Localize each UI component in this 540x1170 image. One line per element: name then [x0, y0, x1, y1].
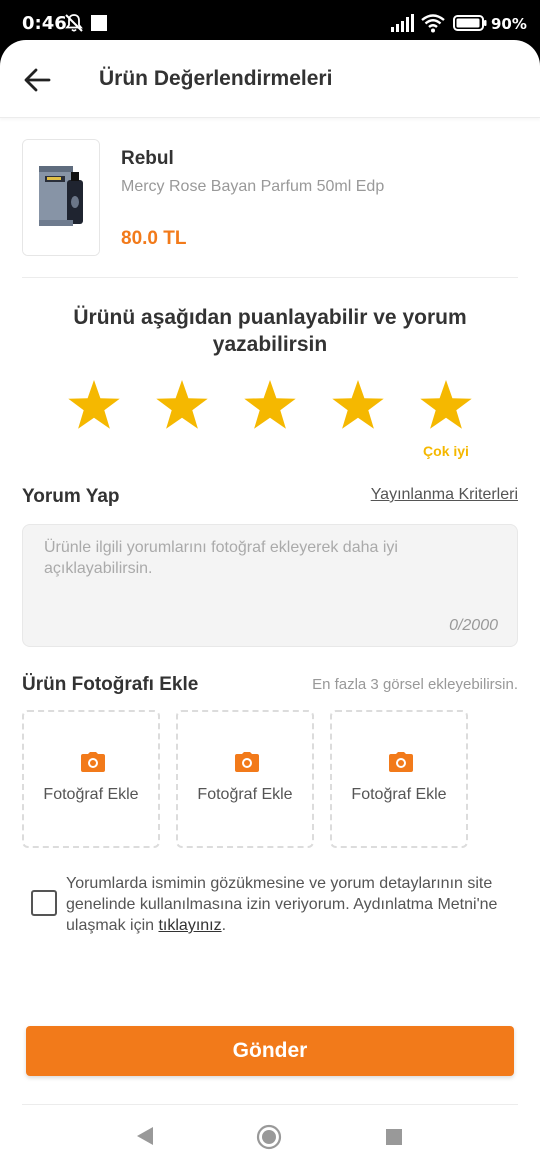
publishing-criteria-link[interactable]: Yayınlanma Kriterleri — [371, 486, 518, 504]
comment-placeholder: Ürünle ilgili yorumlarını fotoğraf ekley… — [44, 539, 398, 577]
comment-textarea[interactable]: Ürünle ilgili yorumlarını fotoğraf ekley… — [22, 524, 518, 647]
consent-text-body: Yorumlarda ismimin gözükmesine ve yorum … — [66, 875, 498, 934]
add-photo-button[interactable]: Fotoğraf Ekle — [176, 710, 314, 848]
submit-button[interactable]: Gönder — [26, 1026, 514, 1076]
consent-checkbox[interactable] — [31, 890, 57, 916]
comment-label: Yorum Yap — [22, 486, 120, 507]
app-header: Ürün Değerlendirmeleri — [0, 40, 540, 118]
product-name: Mercy Rose Bayan Parfum 50ml Edp — [121, 178, 385, 195]
nav-recent-apps-icon[interactable] — [386, 1129, 402, 1145]
star-2-icon[interactable] — [154, 378, 210, 434]
rating-caption: Çok iyi — [423, 443, 469, 459]
signal-icon — [391, 14, 414, 32]
review-screen: Ürün Değerlendirmeleri Rebul Mercy Rose … — [0, 40, 540, 1170]
perfume-bottle-icon — [23, 140, 99, 255]
photo-section-label: Ürün Fotoğrafı Ekle — [22, 674, 199, 695]
add-photo-button[interactable]: Fotoğraf Ekle — [330, 710, 468, 848]
camera-icon — [235, 752, 259, 772]
status-time: 0:46 — [22, 13, 67, 34]
star-rating — [66, 378, 486, 438]
page-title: Ürün Değerlendirmeleri — [99, 67, 333, 90]
star-3-icon[interactable] — [242, 378, 298, 434]
camera-icon — [389, 752, 413, 772]
rating-title: Ürünü aşağıdan puanlayabilir ve yorum ya… — [73, 306, 467, 356]
status-bar: 0:46 90% — [0, 0, 540, 44]
product-price: 80.0 TL — [121, 228, 187, 249]
photo-limit-hint: En fazla 3 görsel ekleyebilirsin. — [312, 676, 518, 693]
nav-home-icon[interactable] — [256, 1124, 282, 1150]
notification-icon — [91, 15, 107, 31]
product-brand: Rebul — [121, 148, 174, 169]
star-5-icon[interactable] — [418, 378, 474, 434]
camera-icon — [81, 752, 105, 772]
consent-text-suffix: . — [221, 917, 227, 934]
star-1-icon[interactable] — [66, 378, 122, 434]
battery-icon — [453, 15, 487, 31]
wifi-icon — [421, 14, 445, 33]
privacy-notice-link[interactable]: tıklayınız — [158, 917, 221, 934]
nav-back-icon[interactable] — [136, 1126, 154, 1146]
divider — [22, 1104, 518, 1105]
battery-percent: 90% — [491, 15, 527, 33]
character-counter: 0/2000 — [449, 617, 498, 634]
arrow-left-icon[interactable] — [22, 64, 54, 96]
consent-text: Yorumlarda ismimin gözükmesine ve yorum … — [66, 873, 516, 936]
add-photo-label: Fotoğraf Ekle — [351, 786, 447, 803]
star-4-icon[interactable] — [330, 378, 386, 434]
divider — [22, 277, 518, 278]
add-photo-button[interactable]: Fotoğraf Ekle — [22, 710, 160, 848]
add-photo-label: Fotoğraf Ekle — [197, 786, 293, 803]
add-photo-label: Fotoğraf Ekle — [43, 786, 139, 803]
product-image — [22, 139, 100, 256]
bell-off-icon — [65, 14, 83, 32]
